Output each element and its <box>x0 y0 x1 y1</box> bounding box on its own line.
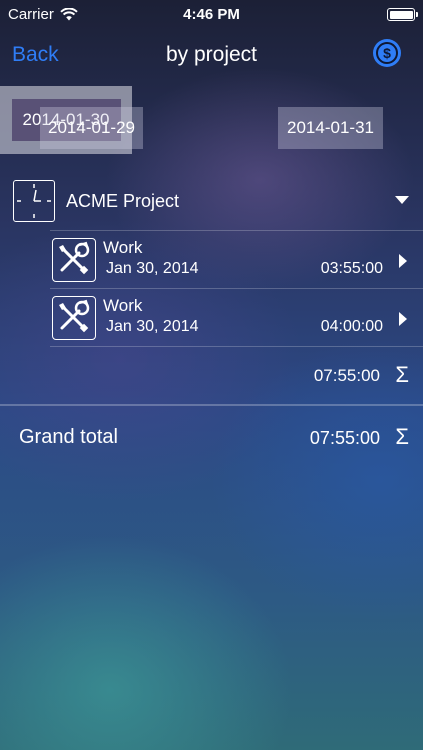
project-name: ACME Project <box>66 191 180 211</box>
entry-title: Work <box>103 238 143 257</box>
divider <box>50 346 423 347</box>
chevron-down-icon[interactable] <box>395 196 409 204</box>
date-next[interactable]: 2014-01-31 <box>278 107 383 149</box>
list-item[interactable]: Work Jan 30, 2014 03:55:00 <box>0 232 423 288</box>
chevron-right-icon <box>399 254 407 268</box>
tools-icon <box>52 296 96 340</box>
dollar-circle-icon: $ <box>376 42 398 64</box>
status-bar: Carrier 4:46 PM <box>0 0 423 30</box>
navigation-bar: Back by project $ <box>0 30 423 84</box>
list-item[interactable]: Work Jan 30, 2014 04:00:00 <box>0 290 423 346</box>
battery-icon <box>387 8 418 21</box>
divider <box>50 288 423 289</box>
grand-total-label: Grand total <box>19 426 118 448</box>
grand-total-row: Grand total 07:55:00 Σ <box>0 416 423 460</box>
sigma-icon: Σ <box>395 424 409 449</box>
project-header[interactable]: ACME Project <box>0 178 423 224</box>
sigma-icon: Σ <box>395 362 409 387</box>
grand-total-value: 07:55:00 <box>309 428 380 448</box>
entry-duration: 04:00:00 <box>320 318 383 335</box>
chevron-right-icon <box>399 312 407 326</box>
currency-button[interactable]: $ <box>373 39 401 67</box>
page-title: by project <box>165 43 258 66</box>
date-selector: 2014-01-29 2014-01-31 2014-01-30 <box>0 86 423 166</box>
tools-icon <box>52 238 96 282</box>
section-divider <box>0 404 423 406</box>
battery-level <box>389 10 413 19</box>
status-time: 4:46 PM <box>183 6 240 23</box>
divider <box>50 230 423 231</box>
project-total-value: 07:55:00 <box>313 366 380 385</box>
clock-icon <box>13 180 55 222</box>
entry-date: Jan 30, 2014 <box>106 260 199 277</box>
project-total-row: 07:55:00 Σ <box>0 356 423 396</box>
date-previous[interactable]: 2014-01-29 <box>40 107 143 149</box>
entry-title: Work <box>103 296 143 315</box>
entry-duration: 03:55:00 <box>320 260 383 277</box>
entry-date: Jan 30, 2014 <box>106 318 199 335</box>
